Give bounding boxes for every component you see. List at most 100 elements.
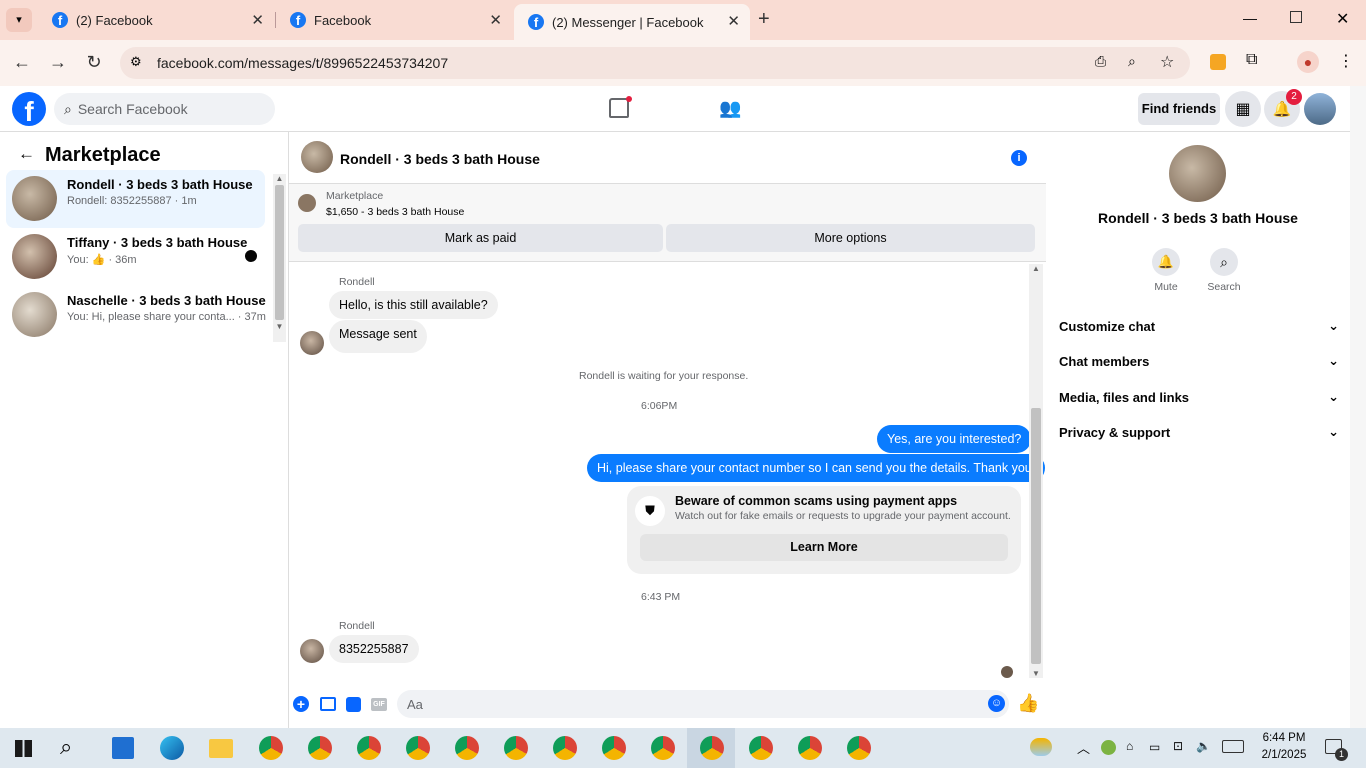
file-explorer-icon[interactable] xyxy=(209,739,233,758)
search-input[interactable]: ⌕ Search Facebook xyxy=(54,93,275,125)
close-window-button[interactable]: ✕ xyxy=(1336,9,1349,29)
sidebar-scrollbar[interactable]: ▲ ▼ xyxy=(273,174,286,342)
chrome-icon-1[interactable] xyxy=(259,736,283,760)
scroll-thumb[interactable] xyxy=(275,185,284,320)
extensions-puzzle-icon[interactable]: ⧉ xyxy=(1246,51,1257,69)
scroll-up-arrow[interactable]: ▲ xyxy=(1029,264,1043,273)
network-icon[interactable]: ⊡ xyxy=(1173,739,1183,753)
edge-icon[interactable] xyxy=(160,736,184,760)
incoming-message[interactable]: Message sent xyxy=(329,320,427,353)
conversation-item-tiffany[interactable]: Tiffany · 3 beds 3 bath House You: 👍 · 3… xyxy=(6,228,265,286)
outgoing-message[interactable]: Hi, please share your contact number so … xyxy=(587,454,1046,482)
address-bar[interactable]: ⚙ facebook.com/messages/t/89965224537342… xyxy=(120,47,1190,79)
chrome-icon-5[interactable] xyxy=(455,736,479,760)
add-plus-icon[interactable]: + xyxy=(293,696,309,712)
listing-detail[interactable]: $1,650 - 3 beds 3 bath House xyxy=(326,206,464,218)
url-text[interactable]: facebook.com/messages/t/8996522453734207 xyxy=(157,55,448,71)
section-chat-members[interactable]: Chat members ⌄ xyxy=(1059,349,1339,373)
chrome-icon-4[interactable] xyxy=(406,736,430,760)
profile-icon[interactable]: ● xyxy=(1297,51,1319,73)
scroll-down-arrow[interactable]: ▼ xyxy=(1029,669,1043,678)
volume-icon[interactable]: 🔈 xyxy=(1196,739,1211,753)
scroll-up-arrow[interactable]: ▲ xyxy=(273,174,286,183)
chrome-icon-2[interactable] xyxy=(308,736,332,760)
windows-start-icon[interactable] xyxy=(15,740,32,757)
scroll-down-arrow[interactable]: ▼ xyxy=(273,322,286,331)
chrome-icon-12[interactable] xyxy=(798,736,822,760)
page-scrollbar[interactable] xyxy=(1350,86,1366,728)
find-friends-button[interactable]: Find friends xyxy=(1138,93,1220,125)
chat-scrollbar[interactable]: ▲ ▼ xyxy=(1029,264,1043,678)
browser-tab-facebook-2[interactable]: f Facebook ✕ xyxy=(276,0,512,40)
clock-date[interactable]: 2/1/2025 xyxy=(1258,749,1310,761)
scroll-thumb[interactable] xyxy=(1031,408,1041,664)
outgoing-message[interactable]: Yes, are you interested? xyxy=(877,425,1032,453)
section-privacy-support[interactable]: Privacy & support ⌄ xyxy=(1059,420,1339,444)
chrome-icon-3[interactable] xyxy=(357,736,381,760)
forward-icon[interactable]: → xyxy=(47,52,69,73)
photo-icon[interactable] xyxy=(320,697,336,711)
menu-grid-button[interactable]: ▦ xyxy=(1225,91,1261,127)
bookmark-star-icon[interactable]: ☆ xyxy=(1160,52,1174,72)
incoming-message[interactable]: 8352255887 xyxy=(329,635,419,663)
zoom-icon[interactable]: ⌕ xyxy=(1128,53,1136,70)
close-tab-icon[interactable]: ✕ xyxy=(727,12,740,30)
minimize-window-button[interactable]: — xyxy=(1243,10,1257,26)
new-tab-button[interactable]: + xyxy=(758,8,770,31)
chat-title[interactable]: Rondell · 3 beds 3 bath House xyxy=(340,151,540,167)
tray-device-icon[interactable]: ⌂ xyxy=(1126,739,1133,753)
browser-tab-facebook-1[interactable]: f (2) Facebook ✕ xyxy=(38,0,274,40)
clock-time[interactable]: 6:44 PM xyxy=(1260,732,1308,744)
chrome-icon-6[interactable] xyxy=(504,736,528,760)
close-tab-icon[interactable]: ✕ xyxy=(489,11,502,29)
learn-more-button[interactable]: Learn More xyxy=(640,534,1008,561)
extension-box-icon[interactable] xyxy=(1210,54,1226,70)
section-media-files-links[interactable]: Media, files and links ⌄ xyxy=(1059,385,1339,409)
weather-icon[interactable] xyxy=(1030,738,1052,756)
taskbar-search-icon[interactable]: ⌕ xyxy=(60,734,72,760)
store-icon[interactable] xyxy=(112,737,134,759)
keyboard-icon[interactable] xyxy=(1222,740,1244,753)
thumbs-up-send-icon[interactable]: 👍 xyxy=(1017,693,1039,714)
chrome-icon-11[interactable] xyxy=(749,736,773,760)
search-in-chat-button[interactable]: ⌕ Search xyxy=(1207,248,1241,293)
listing-thumbnail[interactable] xyxy=(298,194,316,212)
conversation-item-rondell[interactable]: Rondell · 3 beds 3 bath House Rondell: 8… xyxy=(6,170,265,228)
back-arrow-icon[interactable]: ← xyxy=(18,144,35,164)
sender-avatar[interactable] xyxy=(300,639,324,663)
chrome-icon-10[interactable] xyxy=(700,736,724,760)
chrome-icon-13[interactable] xyxy=(847,736,871,760)
chat-avatar[interactable] xyxy=(301,141,333,173)
incoming-message[interactable]: Hello, is this still available? xyxy=(329,291,498,319)
battery-icon[interactable]: ▭ xyxy=(1149,740,1160,754)
emoji-icon[interactable]: ☺ xyxy=(988,695,1005,712)
chrome-icon-7[interactable] xyxy=(553,736,577,760)
message-input[interactable]: Aa ☺ xyxy=(397,690,1009,718)
mark-as-paid-button[interactable]: Mark as paid xyxy=(298,224,663,252)
friends-nav-icon[interactable]: 👥 xyxy=(719,98,741,119)
reload-icon[interactable]: ↻ xyxy=(83,52,105,73)
browser-tab-messenger[interactable]: f (2) Messenger | Facebook ✕ xyxy=(514,4,750,40)
mute-button[interactable]: 🔔 Mute xyxy=(1152,248,1182,293)
facebook-logo[interactable]: f xyxy=(12,92,46,126)
sticker-icon[interactable] xyxy=(346,697,361,712)
tray-app-icon[interactable] xyxy=(1101,740,1116,755)
sender-avatar[interactable] xyxy=(300,331,324,355)
section-customize-chat[interactable]: Customize chat ⌄ xyxy=(1059,314,1339,338)
chrome-icon-8[interactable] xyxy=(602,736,626,760)
chrome-icon-9[interactable] xyxy=(651,736,675,760)
install-app-icon[interactable]: ⎙ xyxy=(1095,53,1106,70)
conversation-item-naschelle[interactable]: Naschelle · 3 beds 3 bath House You: Hi,… xyxy=(6,286,266,344)
gif-icon[interactable]: GIF xyxy=(371,698,387,711)
site-info-icon[interactable]: ⚙ xyxy=(130,54,142,70)
tab-search-dropdown-button[interactable]: ▾ xyxy=(6,8,32,32)
browser-menu-icon[interactable]: ⋮ xyxy=(1338,51,1354,71)
close-tab-icon[interactable]: ✕ xyxy=(251,11,264,29)
show-hidden-icons-chevron[interactable]: ︿ xyxy=(1077,738,1090,757)
restore-window-button[interactable] xyxy=(1290,11,1302,23)
back-icon[interactable]: ← xyxy=(11,52,33,73)
account-avatar[interactable] xyxy=(1304,93,1336,125)
profile-photo[interactable] xyxy=(1169,145,1226,202)
more-options-button[interactable]: More options xyxy=(666,224,1035,252)
info-icon[interactable]: i xyxy=(1011,150,1027,166)
